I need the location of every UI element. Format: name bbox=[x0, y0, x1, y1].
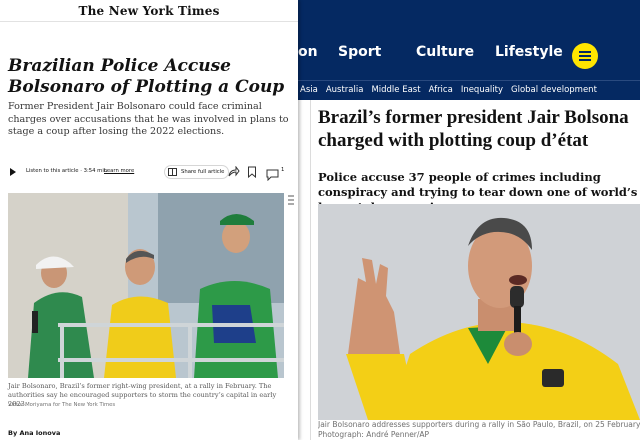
subnav-item-global-development[interactable]: Global development bbox=[511, 85, 597, 95]
share-icon[interactable] bbox=[228, 166, 240, 178]
nyt-logo[interactable]: The New York Times bbox=[78, 4, 219, 18]
guardian-photo-caption: Jair Bolsonaro addresses supporters duri… bbox=[318, 420, 640, 440]
share-full-label: Share full article bbox=[181, 169, 225, 175]
subnav-item-africa[interactable]: Africa bbox=[429, 85, 453, 95]
nyt-masthead: The New York Times bbox=[0, 0, 298, 22]
gift-icon bbox=[168, 168, 177, 176]
listen-label[interactable]: Listen to this article · 3:54 min bbox=[26, 168, 107, 174]
nav-item-sport[interactable]: Sport bbox=[338, 44, 381, 60]
hamburger-icon bbox=[579, 51, 591, 53]
bookmark-icon[interactable] bbox=[247, 166, 257, 178]
menu-button[interactable] bbox=[572, 43, 598, 69]
comment-count: 1 bbox=[281, 167, 285, 173]
caption-text: Jair Bolsonaro addresses supporters duri… bbox=[318, 420, 640, 429]
guardian-headline: Brazil’s former president Jair Bolsona c… bbox=[318, 106, 640, 154]
bolsonaro-speaking-photo bbox=[318, 204, 640, 420]
subnav-item-australia[interactable]: Australia bbox=[326, 85, 364, 95]
nyt-headline: Brazilian Police Accuse Bolsonaro of Plo… bbox=[8, 56, 285, 97]
subnav-item-middle-east[interactable]: Middle East bbox=[371, 85, 420, 95]
nav-item-culture[interactable]: Culture bbox=[416, 44, 474, 60]
subnav-item-inequality[interactable]: Inequality bbox=[461, 85, 503, 95]
nav-item-opinion[interactable]: on bbox=[298, 44, 318, 60]
share-full-article-button[interactable]: Share full article bbox=[164, 165, 230, 179]
nyt-summary: Former President Jair Bolsonaro could fa… bbox=[8, 101, 289, 137]
caption-credit: Photograph: André Penner/AP bbox=[318, 430, 430, 439]
learn-more-link[interactable]: Learn more bbox=[104, 168, 134, 174]
column-divider bbox=[310, 100, 311, 440]
play-icon[interactable] bbox=[10, 168, 16, 176]
nyt-byline[interactable]: By Ana Ionova bbox=[8, 429, 60, 437]
subnav-item-asia[interactable]: Asia bbox=[300, 85, 318, 95]
comment-icon bbox=[266, 169, 279, 182]
headline-line: charged with plotting coup d’état bbox=[318, 130, 589, 151]
carousel-handle[interactable] bbox=[288, 193, 296, 223]
comments-button[interactable]: 1 bbox=[266, 166, 290, 182]
headline-line: Brazil’s former president Jair Bolsona bbox=[318, 107, 629, 128]
rally-photo bbox=[8, 193, 284, 378]
article-toolbar: Listen to this article · 3:54 min Learn … bbox=[8, 163, 288, 183]
nyt-photo-credit: Victor Moriyama for The New York Times bbox=[8, 402, 116, 408]
nyt-article-window: The New York Times Brazilian Police Accu… bbox=[0, 0, 298, 440]
nav-item-lifestyle[interactable]: Lifestyle bbox=[495, 44, 563, 60]
